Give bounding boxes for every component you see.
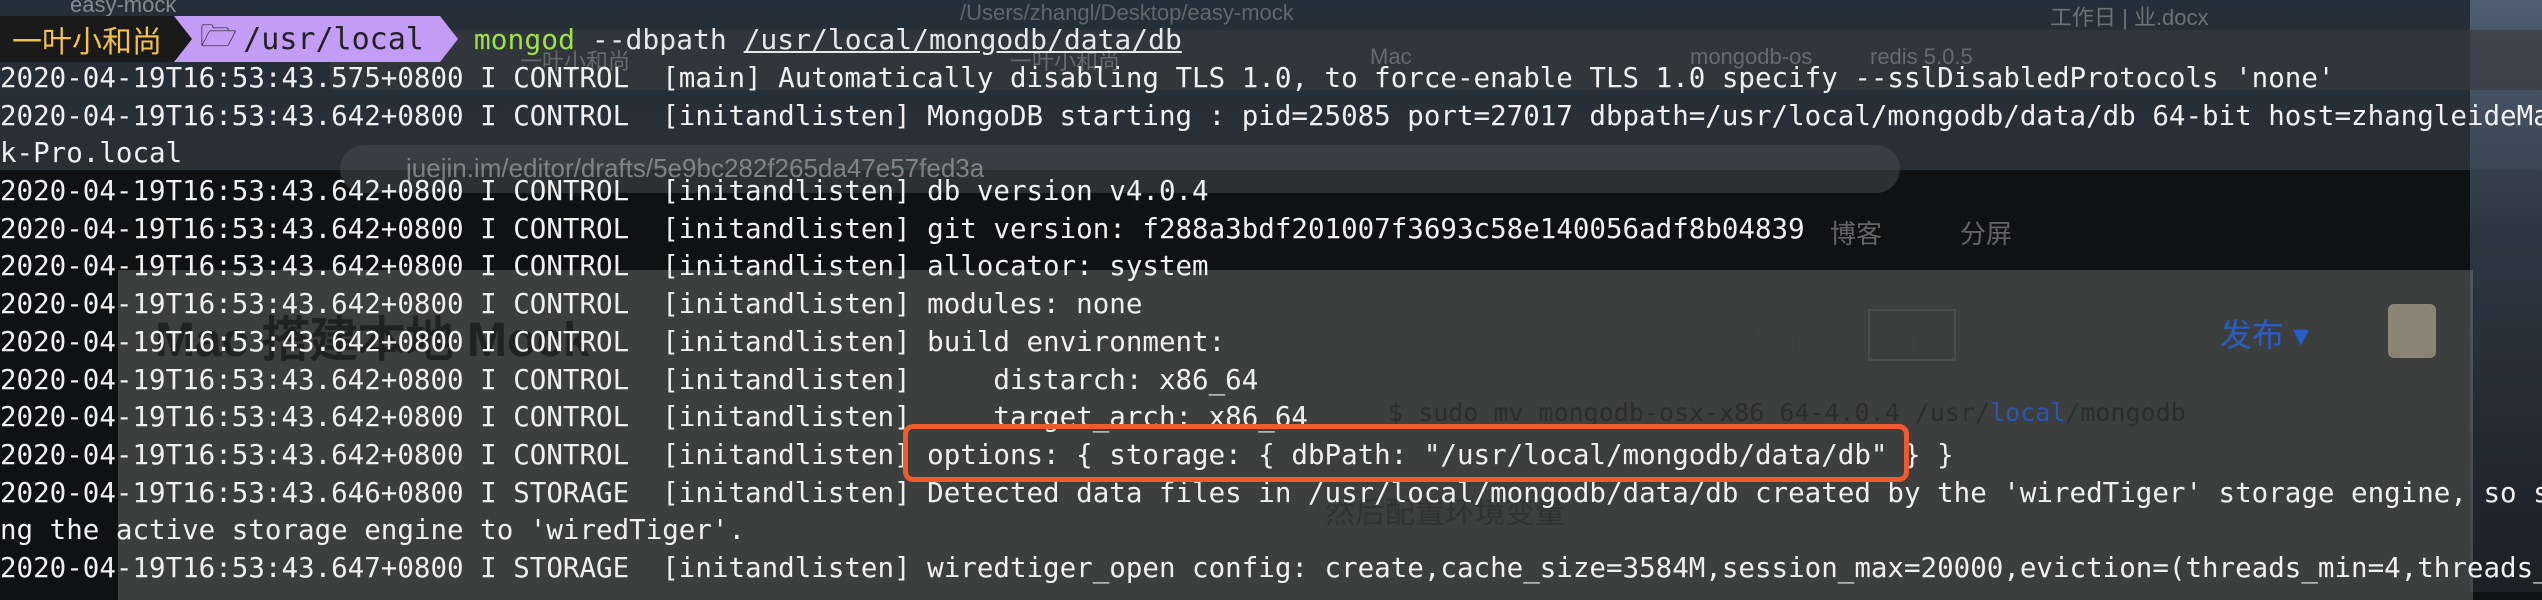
- log-line: 2020-04-19T16:53:43.642+0800 I CONTROL […: [0, 212, 1805, 245]
- terminal-output: 2020-04-19T16:53:43.575+0800 I CONTROL […: [0, 60, 2542, 588]
- log-line: 2020-04-19T16:53:43.642+0800 I CONTROL […: [0, 288, 1143, 321]
- prompt-separator-arrow: [439, 16, 458, 62]
- log-line: 2020-04-19T16:53:43.642+0800 I CONTROL […: [0, 363, 1259, 396]
- command-line[interactable]: mongod --dbpath /usr/local/mongodb/data/…: [474, 23, 1182, 56]
- command-program: mongod: [473, 22, 575, 56]
- folder-icon: 🗁: [200, 18, 238, 54]
- log-line: 2020-04-19T16:53:43.647+0800 I STORAGE […: [0, 551, 2542, 584]
- prompt-user-segment: 一叶小和尚: [0, 16, 174, 62]
- log-line: 2020-04-19T16:53:43.642+0800 I CONTROL […: [0, 99, 2542, 132]
- log-line: 2020-04-19T16:53:43.642+0800 I CONTROL […: [0, 175, 1209, 208]
- log-line: 2020-04-19T16:53:43.575+0800 I CONTROL […: [0, 62, 2335, 94]
- background-top-right-text: 工作日 | 业.docx: [2050, 5, 2209, 30]
- prompt-path: /usr/local: [243, 21, 424, 57]
- command-flag: --dbpath: [591, 22, 727, 56]
- log-line: ng the active storage engine to 'wiredTi…: [0, 514, 746, 547]
- log-line: 2020-04-19T16:53:43.642+0800 I CONTROL […: [0, 325, 1226, 358]
- shell-prompt: 一叶小和尚 🗁 /usr/local mongod --dbpath /usr/…: [0, 16, 1182, 62]
- highlight-annotation-box: [903, 424, 1909, 482]
- log-line: 2020-04-19T16:53:43.642+0800 I CONTROL […: [0, 250, 1209, 283]
- command-argument: /usr/local/mongodb/data/db: [743, 22, 1182, 56]
- prompt-path-segment: 🗁 /usr/local: [192, 16, 440, 62]
- prompt-separator-arrow: [174, 16, 192, 62]
- log-line: k-Pro.local: [0, 137, 183, 170]
